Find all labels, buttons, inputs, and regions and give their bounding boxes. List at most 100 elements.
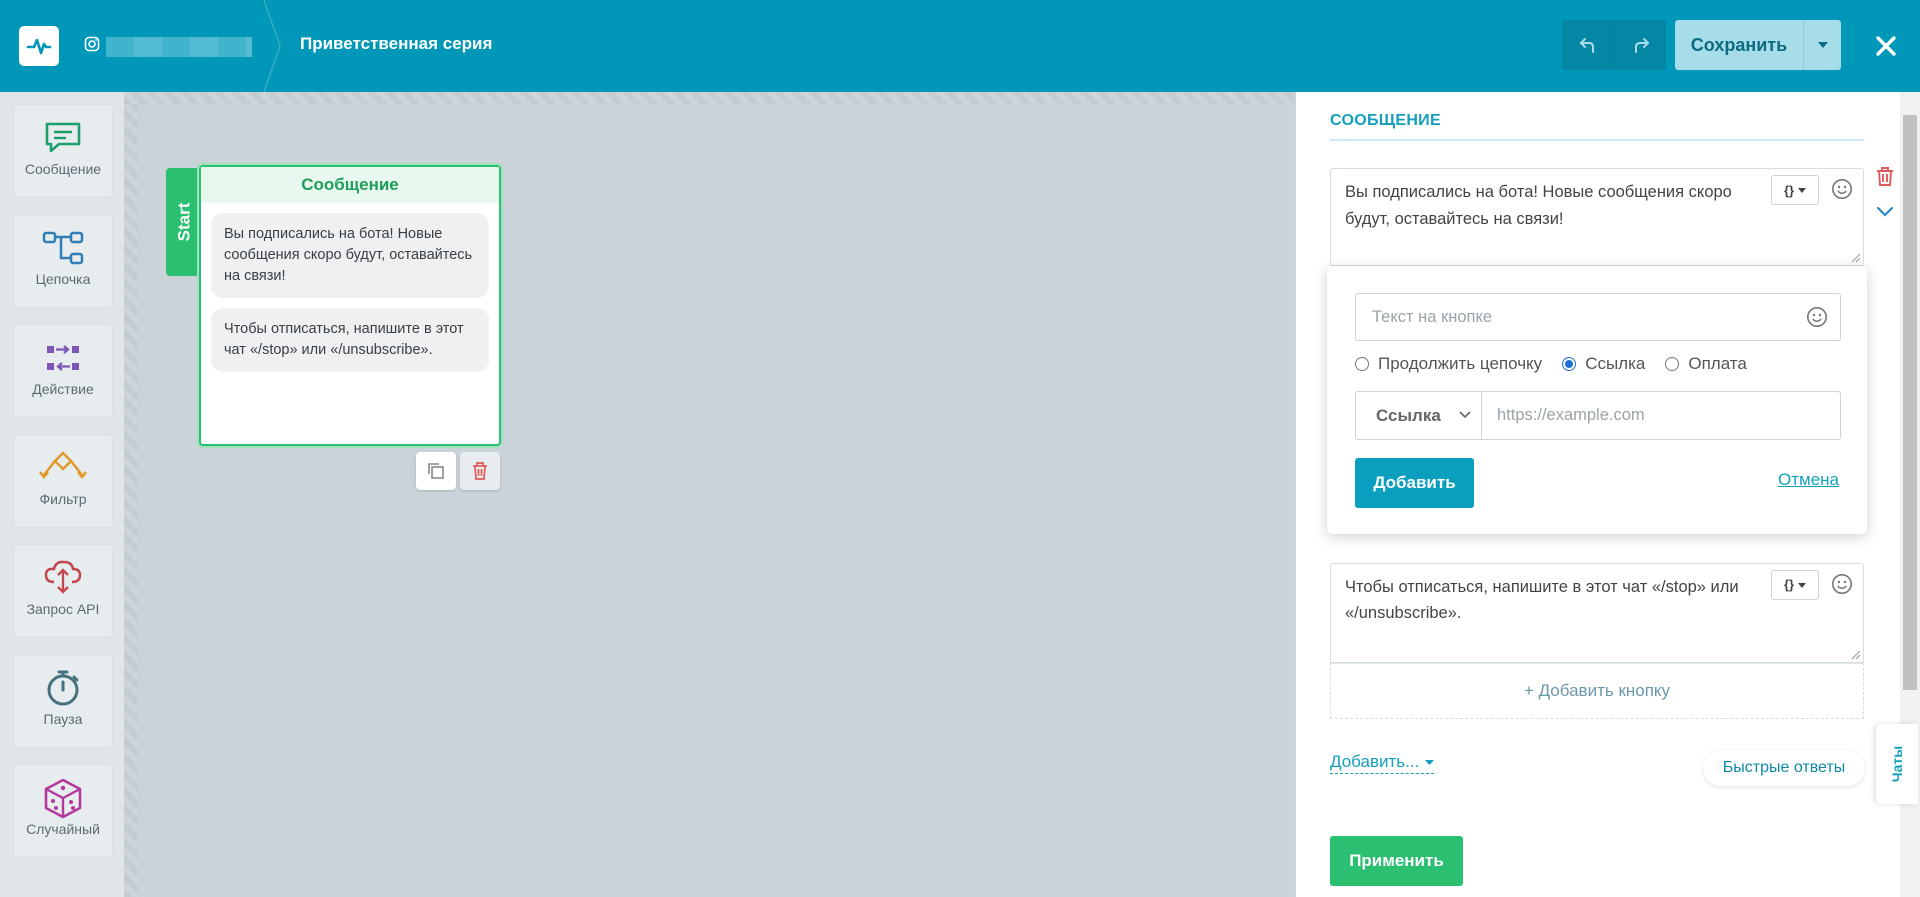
add-button[interactable]: Добавить [1355,458,1474,508]
caret-down-icon [1817,42,1828,48]
close-button[interactable] [1866,26,1906,66]
resize-handle-icon[interactable] [1851,650,1861,660]
delete-node-button[interactable] [460,452,500,490]
tool-message[interactable]: Сообщение [13,104,113,198]
panel-title-underline [1330,139,1864,141]
redo-button[interactable] [1614,20,1666,70]
caret-down-icon [1798,582,1807,588]
toolbox-edge [124,92,138,897]
page-title: Приветственная серия [300,34,493,53]
random-dice-icon [44,778,82,819]
message-node[interactable]: Сообщение Вы подписались на бота! Новые … [199,165,501,446]
message-text: Чтобы отписаться, напишите в этот чат «/… [1345,578,1739,622]
radio-link[interactable]: Ссылка [1562,354,1645,374]
url-placeholder: https://example.com [1497,406,1645,424]
trash-icon [473,462,487,480]
radio-circle [1355,357,1369,371]
tool-pause[interactable]: Пауза [13,654,113,748]
save-button[interactable]: Сохранить [1675,20,1803,70]
panel-title: СООБЩЕНИЕ [1330,112,1441,129]
history-controls [1562,20,1666,70]
chevron-down-icon[interactable] [1874,201,1896,221]
resize-handle-icon[interactable] [1851,253,1861,263]
chats-tab-label: Чаты [1889,745,1905,783]
radio-circle [1665,357,1680,371]
save-dropdown-button[interactable] [1803,20,1841,70]
radio-payment[interactable]: Оплата [1665,354,1747,374]
tool-label: Сообщение [24,161,102,177]
variables-dropdown-button[interactable]: {} [1771,175,1819,205]
tool-label: Фильтр [39,491,87,507]
node-bubble: Вы подписались на бота! Новые сообщения … [211,213,489,298]
save-controls: Сохранить [1675,20,1841,70]
chevron-down-icon [1459,411,1471,419]
instagram-icon [84,36,100,52]
chats-tab[interactable]: Чаты [1876,724,1918,804]
radio-label: Продолжить цепочку [1378,354,1543,373]
api-request-icon [44,560,82,594]
undo-button[interactable] [1562,20,1614,70]
radio-label: Оплата [1688,354,1747,373]
quick-replies-button[interactable]: Быстрые ответы [1703,750,1865,786]
tool-label: Запрос API [26,601,100,617]
tool-label: Цепочка [35,271,91,287]
message-text: Вы подписались на бота! Новые сообщения … [1345,183,1732,228]
link-type-select[interactable]: Ссылка [1355,391,1481,440]
button-text-placeholder: Текст на кнопке [1372,308,1493,326]
caret-down-icon [1798,187,1807,193]
button-type-radio-group: Продолжить цепочку Ссылка Оплата [1355,354,1767,374]
message-text-editor-1[interactable]: Вы подписались на бота! Новые сообщения … [1330,168,1864,266]
pause-timer-icon [47,670,79,706]
copy-icon [428,463,444,479]
radio-circle-checked [1562,357,1577,371]
radio-label: Ссылка [1585,354,1646,373]
delete-message-icon[interactable] [1874,165,1896,187]
canvas-top-edge [124,92,1295,104]
tool-chain[interactable]: Цепочка [13,214,113,308]
undo-icon [1580,38,1594,53]
redo-icon [1634,38,1649,53]
start-label: Start [174,202,194,242]
add-button-popup: Текст на кнопке Продолжить цепочку Ссылк… [1327,266,1867,534]
account-name-redacted [106,37,252,57]
top-header: Приветственная серия Сохранить [0,0,1920,92]
action-icon [47,345,79,371]
tool-filter[interactable]: Фильтр [13,434,113,528]
start-marker: Start [166,168,202,276]
emoji-icon[interactable] [1806,306,1828,328]
cancel-link[interactable]: Отмена [1778,470,1839,490]
tool-label: Пауза [43,711,83,727]
variables-label: {} [1783,182,1795,198]
tool-label: Случайный [26,821,100,837]
tool-random[interactable]: Случайный [13,764,113,858]
panel-divider [1295,92,1296,897]
node-toolbar [416,452,500,490]
header-divider [263,0,281,92]
apply-button[interactable]: Применить [1330,836,1463,886]
add-more-label: Добавить... [1330,752,1420,771]
node-title: Сообщение [201,167,499,203]
duplicate-node-button[interactable] [416,452,456,490]
close-icon [1876,36,1896,56]
variables-label: {} [1783,577,1795,592]
tool-label: Действие [32,381,94,397]
add-more-dropdown[interactable]: Добавить... [1330,752,1435,774]
emoji-icon[interactable] [1831,178,1853,200]
app-logo[interactable] [19,26,59,66]
radio-continue-chain[interactable]: Продолжить цепочку [1355,354,1542,374]
node-bubble: Чтобы отписаться, напишите в этот чат «/… [211,308,489,372]
scrollbar-thumb[interactable] [1903,115,1917,690]
add-button-row[interactable]: + Добавить кнопку [1330,663,1864,719]
message-text-editor-2[interactable]: Чтобы отписаться, напишите в этот чат «/… [1330,563,1864,663]
tool-api-request[interactable]: Запрос API [13,544,113,638]
variables-dropdown-button[interactable]: {} [1771,570,1819,600]
tool-action[interactable]: Действие [13,324,113,418]
url-input[interactable]: https://example.com [1481,391,1841,440]
message-icon [45,122,81,153]
button-text-input[interactable]: Текст на кнопке [1355,293,1841,341]
filter-icon [39,451,87,480]
link-type-value: Ссылка [1376,405,1441,425]
pulse-icon [26,38,52,55]
emoji-icon[interactable] [1831,573,1853,595]
chain-icon [42,231,84,265]
